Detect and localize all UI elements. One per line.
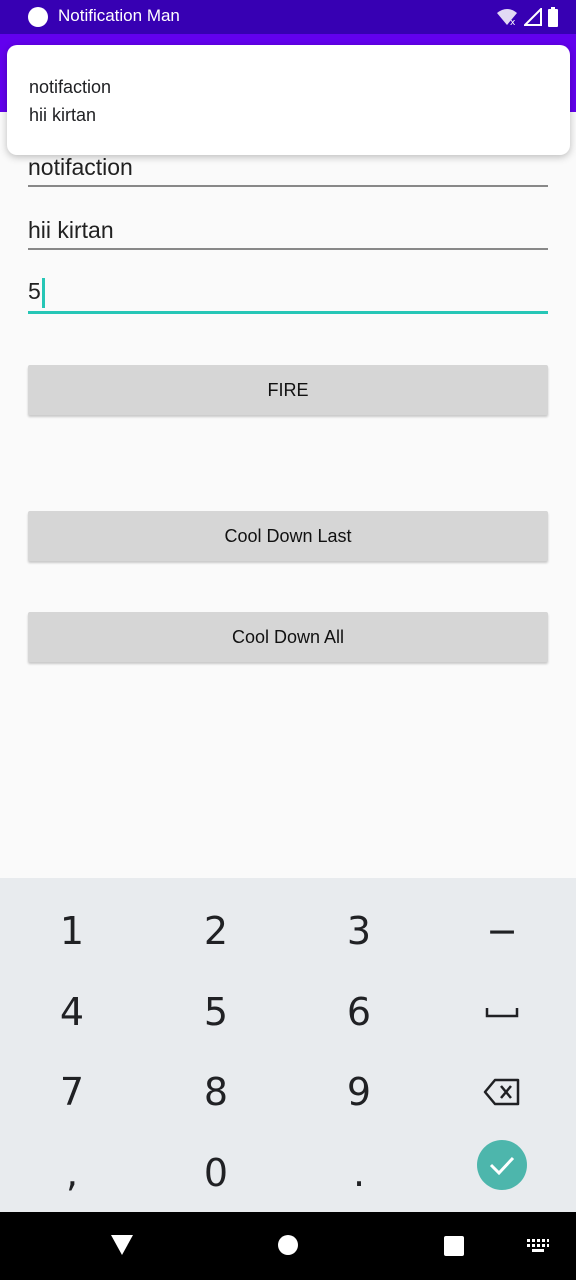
heads-up-notification[interactable]: notifaction hii kirtan	[7, 45, 570, 155]
check-icon	[489, 1156, 515, 1175]
key-enter[interactable]	[430, 1125, 574, 1205]
key-period[interactable]: .	[287, 1133, 431, 1213]
status-icons: x	[496, 7, 558, 27]
home-icon[interactable]	[277, 1234, 299, 1256]
key-backspace[interactable]	[430, 1052, 574, 1132]
message-field[interactable]: hii kirtan	[28, 200, 548, 250]
key-8[interactable]: 8	[144, 1052, 288, 1132]
message-field-underline	[28, 248, 548, 250]
title-field-underline	[28, 185, 548, 187]
status-app-title: Notification Man	[58, 6, 180, 25]
signal-icon	[524, 8, 542, 26]
key-2[interactable]: 2	[144, 891, 288, 971]
notification-body: hii kirtan	[29, 105, 97, 125]
key-1[interactable]: 1	[0, 891, 144, 971]
enter-button[interactable]	[477, 1140, 527, 1190]
recents-icon[interactable]	[443, 1235, 465, 1257]
key-space[interactable]	[430, 972, 574, 1052]
key-0[interactable]: 0	[144, 1133, 288, 1213]
delay-field[interactable]: 5	[28, 264, 548, 314]
key-5[interactable]: 5	[144, 972, 288, 1052]
delay-field-underline	[28, 311, 548, 314]
battery-icon	[548, 7, 558, 27]
key-6[interactable]: 6	[287, 972, 431, 1052]
space-icon	[485, 1008, 519, 1018]
notification-title: notifaction	[29, 77, 112, 97]
navigation-bar	[0, 1212, 576, 1280]
key-minus[interactable]: −	[430, 891, 574, 971]
back-icon[interactable]	[110, 1234, 134, 1256]
numeric-keyboard: 1 2 3 − 4 5 6 7 8 9 , 0 .	[0, 878, 576, 1212]
delay-field-text: 5	[28, 278, 45, 308]
key-7[interactable]: 7	[0, 1052, 144, 1132]
cool-down-last-button[interactable]: Cool Down Last	[28, 511, 548, 561]
delay-field-value: 5	[28, 278, 41, 305]
status-bar: Notification Man x	[0, 0, 576, 34]
title-field-value: notifaction	[28, 154, 133, 180]
backspace-icon	[483, 1078, 520, 1106]
key-9[interactable]: 9	[287, 1052, 431, 1132]
svg-text:x: x	[510, 18, 516, 26]
text-cursor	[41, 278, 45, 308]
wifi-icon: x	[497, 9, 517, 26]
message-field-value: hii kirtan	[28, 217, 114, 243]
key-3[interactable]: 3	[287, 891, 431, 971]
cool-down-all-button[interactable]: Cool Down All	[28, 612, 548, 662]
key-comma[interactable]: ,	[0, 1133, 144, 1213]
keyboard-switch-icon[interactable]	[526, 1238, 550, 1254]
fire-button[interactable]: FIRE	[28, 365, 548, 415]
app-notification-icon	[28, 7, 48, 27]
key-4[interactable]: 4	[0, 972, 144, 1052]
